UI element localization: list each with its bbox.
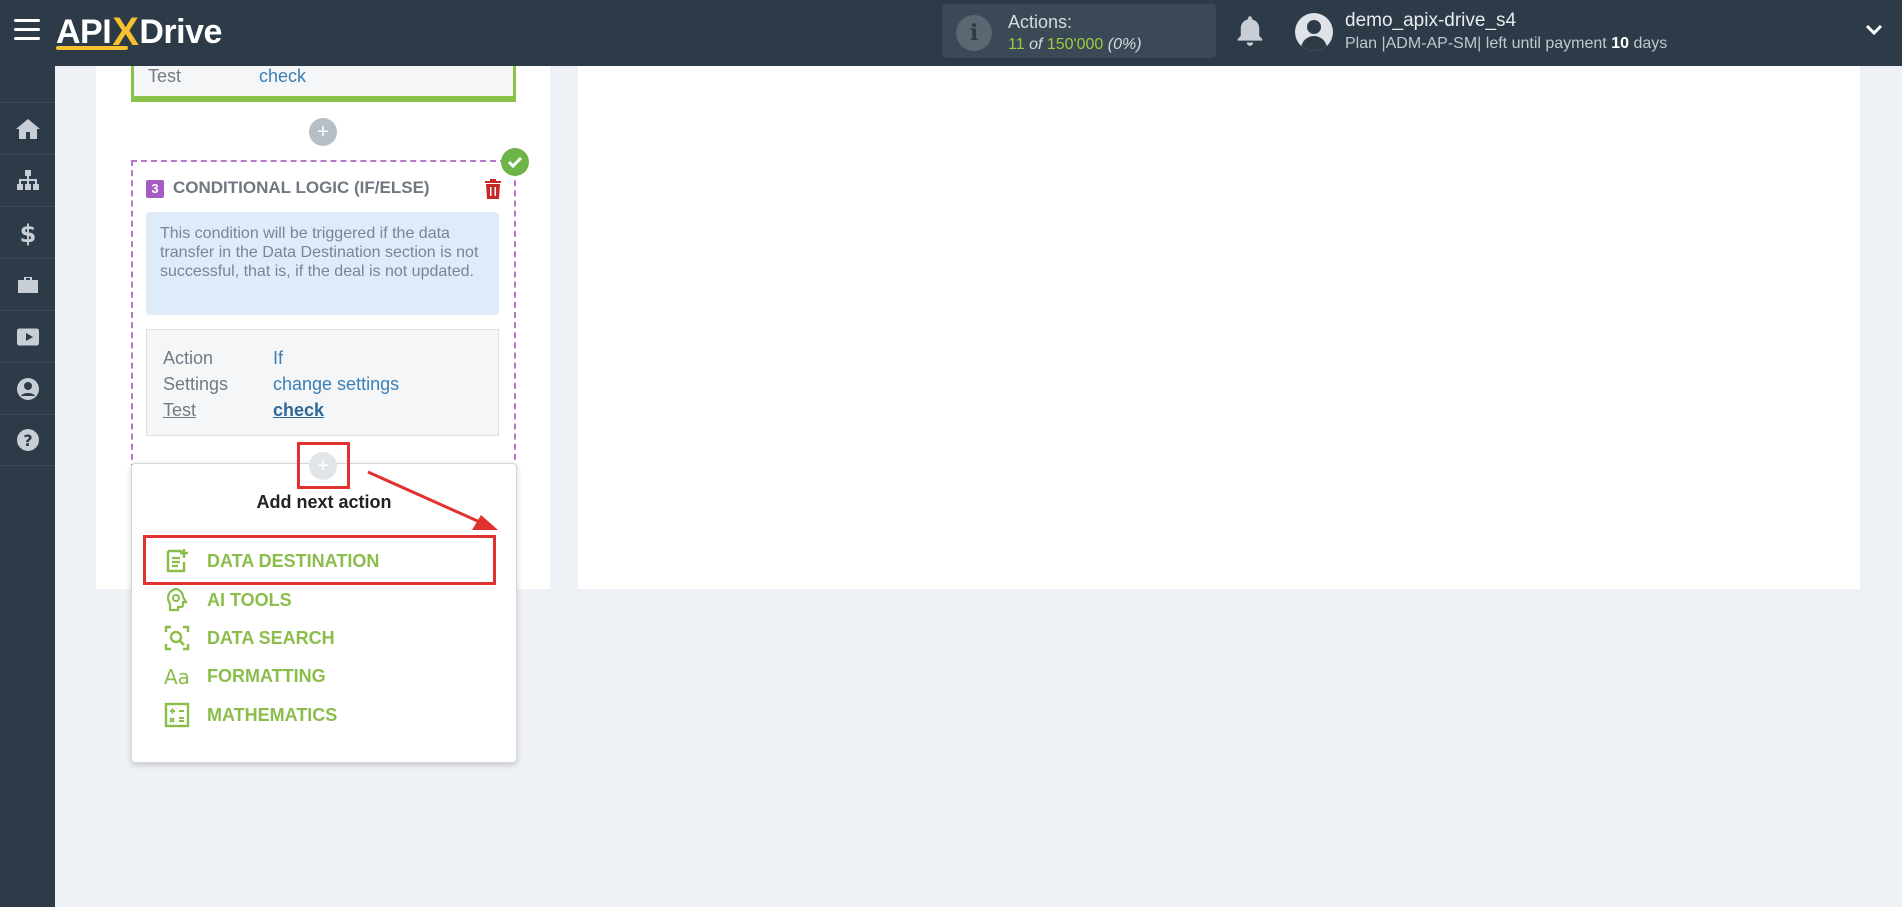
data-destination-icon: [166, 549, 188, 573]
actions-label: Actions:: [1008, 12, 1073, 32]
sidebar-item-home[interactable]: [0, 102, 55, 154]
bell-icon[interactable]: [1235, 15, 1265, 47]
menu-item-label: DATA DESTINATION: [207, 550, 380, 571]
test-label: Test: [148, 66, 182, 86]
menu-item-label: FORMATTING: [207, 665, 326, 686]
svg-text:$: $: [19, 220, 36, 247]
chevron-down-icon[interactable]: [1864, 20, 1884, 40]
menu-item-label: AI TOOLS: [207, 589, 292, 610]
change-settings-link[interactable]: change settings: [273, 374, 399, 395]
sidebar-item-video[interactable]: [0, 310, 55, 362]
question-circle-icon: ?: [16, 429, 39, 451]
sidebar-item-help[interactable]: ?: [0, 414, 55, 466]
menu-item-formatting[interactable]: Aa FORMATTING: [163, 661, 326, 691]
dollar-icon: $: [19, 220, 36, 247]
menu-icon[interactable]: [14, 19, 40, 41]
user-plan: Plan |ADM-AP-SM| left until payment 10 d…: [1345, 35, 1668, 52]
ai-tools-icon: [166, 587, 188, 612]
svg-text:Aa: Aa: [164, 665, 190, 689]
logo-underline: [56, 46, 128, 50]
home-icon: [15, 118, 40, 139]
trash-icon[interactable]: [484, 178, 502, 200]
user-name[interactable]: demo_apix-drive_s4: [1345, 10, 1516, 32]
step-title: CONDITIONAL LOGIC (IF/ELSE): [173, 178, 430, 197]
menu-item-label: MATHEMATICS: [207, 704, 338, 725]
youtube-icon: [16, 328, 39, 345]
plus-highlight-annotation: [297, 442, 350, 489]
sitemap-icon: [16, 169, 39, 190]
sidebar-item-services[interactable]: [0, 258, 55, 310]
previous-step-card: Test check: [131, 66, 516, 102]
action-value[interactable]: If: [273, 348, 283, 369]
svg-text:?: ?: [23, 431, 32, 450]
condition-note: This condition will be triggered if the …: [146, 212, 499, 315]
menu-item-mathematics[interactable]: MATHEMATICS: [163, 700, 337, 730]
info-icon: i: [956, 15, 992, 51]
arrow-annotation: [367, 470, 498, 530]
actions-counter: i Actions: 11 of 150'000 (0%): [942, 4, 1216, 58]
actions-count: 11 of 150'000 (0%): [1008, 36, 1142, 53]
test-label: Test: [163, 400, 197, 420]
data-search-icon: [164, 625, 190, 651]
action-label: Action: [163, 348, 214, 368]
briefcase-icon: [17, 276, 38, 293]
top-bar: API X Drive i Actions: 11 of 150'000 (0%) …: [0, 0, 1902, 66]
formatting-icon: Aa: [164, 665, 190, 689]
add-step-button[interactable]: +: [309, 118, 337, 146]
menu-item-label: DATA SEARCH: [207, 627, 335, 648]
sidebar-item-account[interactable]: [0, 362, 55, 414]
sidebar-item-billing[interactable]: $: [0, 206, 55, 258]
settings-panel: [578, 66, 1860, 589]
settings-label: Settings: [163, 374, 229, 394]
check-icon: [501, 148, 529, 176]
test-check-link[interactable]: check: [273, 400, 324, 421]
menu-item-data-destination[interactable]: DATA DESTINATION: [163, 546, 379, 576]
avatar[interactable]: [1295, 13, 1333, 51]
step-info-table: Action If Settings change settings Test …: [146, 329, 499, 436]
mathematics-icon: [164, 702, 190, 728]
menu-item-ai-tools[interactable]: AI TOOLS: [163, 585, 292, 615]
user-circle-icon: [16, 377, 39, 400]
test-check-link[interactable]: check: [259, 66, 306, 87]
menu-item-data-search[interactable]: DATA SEARCH: [163, 623, 335, 653]
step-number-badge: 3: [146, 180, 164, 198]
sidebar: $ ?: [0, 66, 55, 907]
sidebar-item-connections[interactable]: [0, 154, 55, 206]
